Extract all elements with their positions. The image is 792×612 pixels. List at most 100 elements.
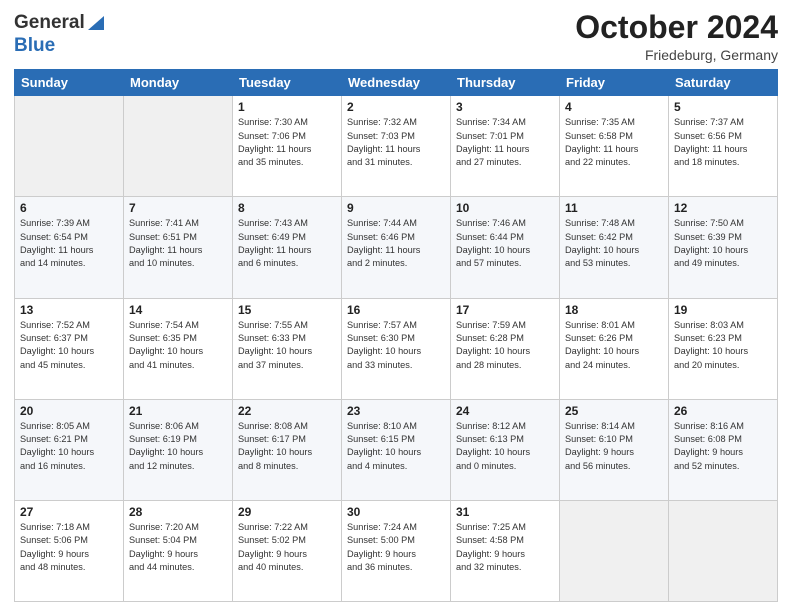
calendar-cell: 19 Sunrise: 8:03 AMSunset: 6:23 PMDayligh…	[669, 298, 778, 399]
day-info: Sunrise: 8:14 AMSunset: 6:10 PMDaylight:…	[565, 420, 663, 473]
day-number: 27	[20, 505, 118, 519]
calendar-cell: 17 Sunrise: 7:59 AMSunset: 6:28 PMDayligh…	[451, 298, 560, 399]
day-info: Sunrise: 7:54 AMSunset: 6:35 PMDaylight:…	[129, 319, 227, 372]
header: General Blue October 2024 Friedeburg, Ge…	[14, 10, 778, 63]
day-number: 15	[238, 303, 336, 317]
calendar-cell: 3 Sunrise: 7:34 AMSunset: 7:01 PMDaylight…	[451, 96, 560, 197]
day-info: Sunrise: 7:20 AMSunset: 5:04 PMDaylight:…	[129, 521, 227, 574]
day-number: 21	[129, 404, 227, 418]
calendar-cell: 1Sunrise: 7:30 AMSunset: 7:06 PMDaylight…	[233, 96, 342, 197]
calendar-cell: 13Sunrise: 7:52 AMSunset: 6:37 PMDayligh…	[15, 298, 124, 399]
day-info: Sunrise: 8:01 AMSunset: 6:26 PMDaylight:…	[565, 319, 663, 372]
day-number: 4	[565, 100, 663, 114]
month-title: October 2024	[575, 10, 778, 45]
day-of-week-header: Wednesday	[342, 70, 451, 96]
day-number: 22	[238, 404, 336, 418]
day-number: 2	[347, 100, 445, 114]
calendar-cell: 15 Sunrise: 7:55 AMSunset: 6:33 PMDayligh…	[233, 298, 342, 399]
day-info: Sunrise: 7:18 AMSunset: 5:06 PMDaylight:…	[20, 521, 118, 574]
calendar-cell: 22 Sunrise: 8:08 AMSunset: 6:17 PMDayligh…	[233, 399, 342, 500]
logo-blue: Blue	[14, 35, 55, 56]
day-info: Sunrise: 8:10 AMSunset: 6:15 PMDaylight:…	[347, 420, 445, 473]
day-info: Sunrise: 8:05 AMSunset: 6:21 PMDaylight:…	[20, 420, 118, 473]
calendar-cell: 23Sunrise: 8:10 AMSunset: 6:15 PMDayligh…	[342, 399, 451, 500]
day-of-week-header: Tuesday	[233, 70, 342, 96]
day-info: Sunrise: 7:44 AMSunset: 6:46 PMDaylight:…	[347, 217, 445, 270]
day-of-week-header: Saturday	[669, 70, 778, 96]
day-number: 17	[456, 303, 554, 317]
day-number: 10	[456, 201, 554, 215]
calendar-cell: 27 Sunrise: 7:18 AMSunset: 5:06 PMDayligh…	[15, 500, 124, 601]
calendar-cell: 21 Sunrise: 8:06 AMSunset: 6:19 PMDayligh…	[124, 399, 233, 500]
calendar-cell: 26Sunrise: 8:16 AMSunset: 6:08 PMDayligh…	[669, 399, 778, 500]
day-number: 7	[129, 201, 227, 215]
day-info: Sunrise: 7:50 AMSunset: 6:39 PMDaylight:…	[674, 217, 772, 270]
day-number: 12	[674, 201, 772, 215]
calendar-cell: 28 Sunrise: 7:20 AMSunset: 5:04 PMDayligh…	[124, 500, 233, 601]
calendar-cell: 29 Sunrise: 7:22 AMSunset: 5:02 PMDayligh…	[233, 500, 342, 601]
calendar-cell	[124, 96, 233, 197]
calendar-cell: 4 Sunrise: 7:35 AMSunset: 6:58 PMDaylight…	[560, 96, 669, 197]
calendar-cell	[669, 500, 778, 601]
logo-triangle-icon	[88, 12, 104, 35]
calendar-cell: 9 Sunrise: 7:44 AMSunset: 6:46 PMDaylight…	[342, 197, 451, 298]
day-number: 14	[129, 303, 227, 317]
day-info: Sunrise: 7:22 AMSunset: 5:02 PMDaylight:…	[238, 521, 336, 574]
day-number: 25	[565, 404, 663, 418]
day-info: Sunrise: 7:35 AMSunset: 6:58 PMDaylight:…	[565, 116, 663, 169]
day-number: 1	[238, 100, 336, 114]
day-info: Sunrise: 7:37 AMSunset: 6:56 PMDaylight:…	[674, 116, 772, 169]
day-number: 26	[674, 404, 772, 418]
day-number: 30	[347, 505, 445, 519]
day-number: 11	[565, 201, 663, 215]
calendar-cell: 8Sunrise: 7:43 AMSunset: 6:49 PMDaylight…	[233, 197, 342, 298]
day-info: Sunrise: 7:39 AMSunset: 6:54 PMDaylight:…	[20, 217, 118, 270]
day-info: Sunrise: 7:41 AMSunset: 6:51 PMDaylight:…	[129, 217, 227, 270]
location: Friedeburg, Germany	[575, 47, 778, 63]
day-info: Sunrise: 7:59 AMSunset: 6:28 PMDaylight:…	[456, 319, 554, 372]
day-of-week-header: Thursday	[451, 70, 560, 96]
calendar-week-row: 20 Sunrise: 8:05 AMSunset: 6:21 PMDayligh…	[15, 399, 778, 500]
day-info: Sunrise: 8:08 AMSunset: 6:17 PMDaylight:…	[238, 420, 336, 473]
calendar-cell: 6 Sunrise: 7:39 AMSunset: 6:54 PMDaylight…	[15, 197, 124, 298]
day-info: Sunrise: 7:34 AMSunset: 7:01 PMDaylight:…	[456, 116, 554, 169]
day-of-week-header: Friday	[560, 70, 669, 96]
calendar-cell: 25 Sunrise: 8:14 AMSunset: 6:10 PMDayligh…	[560, 399, 669, 500]
day-info: Sunrise: 8:12 AMSunset: 6:13 PMDaylight:…	[456, 420, 554, 473]
calendar-cell	[15, 96, 124, 197]
calendar-cell: 2Sunrise: 7:32 AMSunset: 7:03 PMDaylight…	[342, 96, 451, 197]
day-number: 28	[129, 505, 227, 519]
day-number: 29	[238, 505, 336, 519]
day-info: Sunrise: 8:03 AMSunset: 6:23 PMDaylight:…	[674, 319, 772, 372]
day-number: 19	[674, 303, 772, 317]
calendar-cell: 31 Sunrise: 7:25 AMSunset: 4:58 PMDayligh…	[451, 500, 560, 601]
day-number: 16	[347, 303, 445, 317]
day-info: Sunrise: 7:46 AMSunset: 6:44 PMDaylight:…	[456, 217, 554, 270]
calendar-cell: 20 Sunrise: 8:05 AMSunset: 6:21 PMDayligh…	[15, 399, 124, 500]
day-number: 9	[347, 201, 445, 215]
calendar-cell: 5 Sunrise: 7:37 AMSunset: 6:56 PMDaylight…	[669, 96, 778, 197]
day-info: Sunrise: 8:06 AMSunset: 6:19 PMDaylight:…	[129, 420, 227, 473]
calendar-week-row: 6 Sunrise: 7:39 AMSunset: 6:54 PMDaylight…	[15, 197, 778, 298]
day-of-week-header: Sunday	[15, 70, 124, 96]
day-number: 3	[456, 100, 554, 114]
calendar-cell: 11 Sunrise: 7:48 AMSunset: 6:42 PMDayligh…	[560, 197, 669, 298]
page: General Blue October 2024 Friedeburg, Ge…	[0, 0, 792, 612]
day-info: Sunrise: 7:24 AMSunset: 5:00 PMDaylight:…	[347, 521, 445, 574]
day-number: 20	[20, 404, 118, 418]
day-info: Sunrise: 7:48 AMSunset: 6:42 PMDaylight:…	[565, 217, 663, 270]
day-info: Sunrise: 7:25 AMSunset: 4:58 PMDaylight:…	[456, 521, 554, 574]
day-number: 31	[456, 505, 554, 519]
title-area: October 2024 Friedeburg, Germany	[575, 10, 778, 63]
calendar-header-row: SundayMondayTuesdayWednesdayThursdayFrid…	[15, 70, 778, 96]
calendar-week-row: 27 Sunrise: 7:18 AMSunset: 5:06 PMDayligh…	[15, 500, 778, 601]
day-number: 5	[674, 100, 772, 114]
calendar-week-row: 1Sunrise: 7:30 AMSunset: 7:06 PMDaylight…	[15, 96, 778, 197]
day-of-week-header: Monday	[124, 70, 233, 96]
day-number: 13	[20, 303, 118, 317]
logo: General Blue	[14, 10, 104, 57]
day-number: 24	[456, 404, 554, 418]
day-info: Sunrise: 7:55 AMSunset: 6:33 PMDaylight:…	[238, 319, 336, 372]
day-number: 6	[20, 201, 118, 215]
calendar-week-row: 13Sunrise: 7:52 AMSunset: 6:37 PMDayligh…	[15, 298, 778, 399]
